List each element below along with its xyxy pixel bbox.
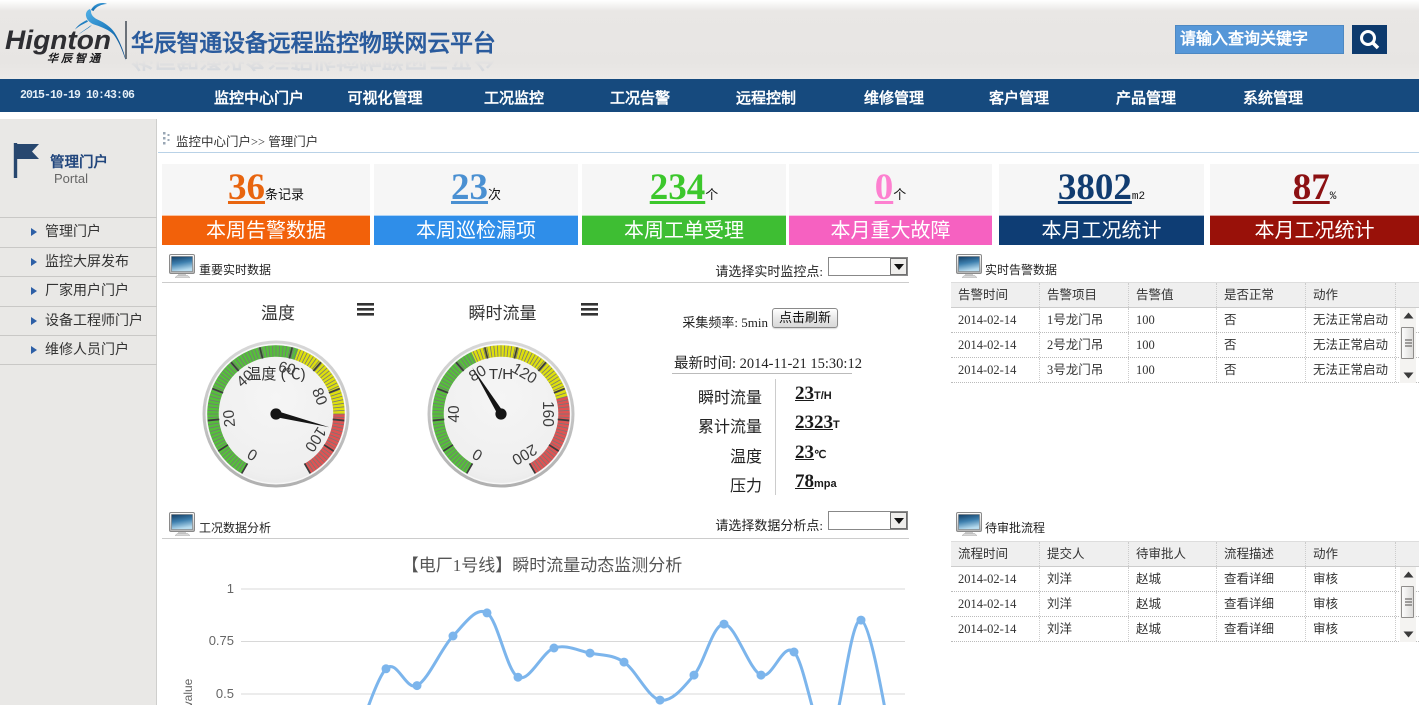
svg-text:160: 160 <box>539 401 556 427</box>
svg-text:0.5: 0.5 <box>216 686 234 701</box>
svg-text:1: 1 <box>227 581 234 596</box>
svg-text:40: 40 <box>446 405 463 423</box>
svg-text:value: value <box>181 678 195 705</box>
svg-text:0.75: 0.75 <box>209 633 234 648</box>
svg-text:【电厂1号线】瞬时流量动态监测分析: 【电厂1号线】瞬时流量动态监测分析 <box>402 556 683 575</box>
svg-text:20: 20 <box>220 409 239 428</box>
